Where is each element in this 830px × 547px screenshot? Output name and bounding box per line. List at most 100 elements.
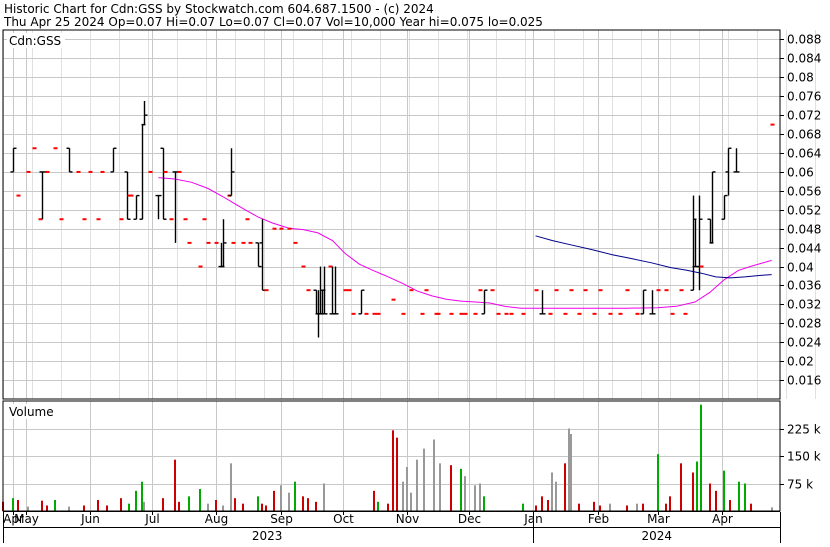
volume-bar <box>141 481 143 511</box>
volume-bar <box>423 448 425 511</box>
month-tick-label: Sep <box>270 512 293 526</box>
chart-canvas: Historic Chart for Cdn:GSS by Stockwatch… <box>0 0 830 543</box>
price-tick-label: 0.088 <box>787 33 821 47</box>
volume-bar <box>257 496 259 511</box>
chart-background <box>0 0 830 543</box>
price-tick-label: 0.032 <box>787 298 821 312</box>
volume-bar <box>696 461 698 511</box>
volume-bar <box>464 476 466 511</box>
price-tick-label: 0.068 <box>787 128 821 142</box>
volume-bar <box>680 463 682 511</box>
volume-bar <box>439 463 441 511</box>
price-tick-label: 0.064 <box>787 147 821 161</box>
volume-bar <box>230 463 232 511</box>
volume-bar <box>97 500 99 511</box>
volume-bar <box>474 485 476 511</box>
volume-bar <box>288 492 290 511</box>
stock-chart: Historic Chart for Cdn:GSS by Stockwatch… <box>0 0 830 543</box>
volume-bar <box>738 481 740 511</box>
volume-bar <box>541 496 543 511</box>
quote-summary: Thu Apr 25 2024 Op=0.07 Hi=0.07 Lo=0.07 … <box>3 15 543 29</box>
price-tick-label: 0.016 <box>787 374 821 388</box>
month-tick-label: Jul <box>144 512 159 526</box>
volume-bar <box>564 463 566 511</box>
volume-bar <box>729 500 731 511</box>
volume-bar <box>570 434 572 511</box>
volume-bar <box>307 498 309 511</box>
volume-bar <box>143 501 145 511</box>
volume-bar <box>215 500 217 511</box>
month-tick-label: Aug <box>205 512 228 526</box>
month-tick-label: Oct <box>333 512 354 526</box>
volume-bar <box>27 506 29 511</box>
volume-bar <box>626 505 628 511</box>
volume-tick-label: 225 k <box>787 423 821 437</box>
volume-bar <box>199 489 201 511</box>
volume-bar <box>273 490 275 511</box>
volume-bar <box>402 481 404 511</box>
price-tick-label: 0.044 <box>787 242 821 256</box>
price-tick-label: 0.06 <box>787 166 814 180</box>
volume-bar <box>450 465 452 511</box>
volume-bar <box>416 459 418 511</box>
year-label: 2023 <box>252 529 283 543</box>
month-tick-label: May <box>14 512 39 526</box>
volume-bar <box>692 472 694 511</box>
volume-bar <box>750 503 752 511</box>
volume-bar <box>396 437 398 511</box>
volume-bar <box>593 501 595 511</box>
volume-bar <box>174 459 176 511</box>
volume-bar <box>535 505 537 511</box>
volume-bar <box>373 490 375 511</box>
volume-bar <box>392 430 394 511</box>
volume-bar <box>207 503 209 511</box>
volume-bar <box>294 481 296 511</box>
price-tick-label: 0.072 <box>787 109 821 123</box>
volume-bar <box>410 492 412 511</box>
volume-bar <box>636 503 638 511</box>
price-tick-label: 0.08 <box>787 71 814 85</box>
volume-bar <box>12 498 14 511</box>
volume-tick-label: 75 k <box>787 478 813 492</box>
volume-bar <box>128 503 130 511</box>
volume-bar <box>17 500 19 511</box>
volume-bar <box>555 481 557 511</box>
volume-bar <box>188 496 190 511</box>
volume-bar <box>599 505 601 511</box>
volume-bar <box>120 498 122 511</box>
volume-bar <box>657 454 659 511</box>
volume-bar <box>162 498 164 511</box>
volume-bar <box>709 483 711 511</box>
volume-bar <box>483 496 485 511</box>
volume-bar <box>265 505 267 511</box>
symbol-label: Cdn:GSS <box>9 34 61 48</box>
volume-tick-label: 150 k <box>787 450 821 464</box>
month-tick-label: Mar <box>647 512 670 526</box>
volume-bar <box>642 503 644 511</box>
month-tick-label: Feb <box>588 512 609 526</box>
volume-bar <box>106 505 108 511</box>
volume-bar <box>222 505 224 511</box>
volume-bar <box>700 404 702 511</box>
price-tick-label: 0.02 <box>787 355 814 369</box>
volume-bar <box>377 501 379 511</box>
price-tick-label: 0.028 <box>787 317 821 331</box>
volume-bar <box>578 503 580 511</box>
volume-bar <box>568 428 570 511</box>
volume-bar <box>669 496 671 511</box>
volume-bar <box>178 501 180 511</box>
volume-bar <box>280 485 282 511</box>
volume-bar <box>665 503 667 511</box>
volume-bar <box>551 472 553 511</box>
volume-bar <box>433 439 435 511</box>
month-tick-label: Dec <box>458 512 481 526</box>
volume-bar <box>234 498 236 511</box>
volume-bar <box>261 503 263 511</box>
price-tick-label: 0.036 <box>787 279 821 293</box>
month-tick-label: Jun <box>80 512 100 526</box>
month-tick-label: Nov <box>396 512 419 526</box>
volume-bar <box>723 470 725 511</box>
volume-bar <box>302 496 304 511</box>
volume-bar <box>315 501 317 511</box>
volume-bar <box>135 490 137 511</box>
